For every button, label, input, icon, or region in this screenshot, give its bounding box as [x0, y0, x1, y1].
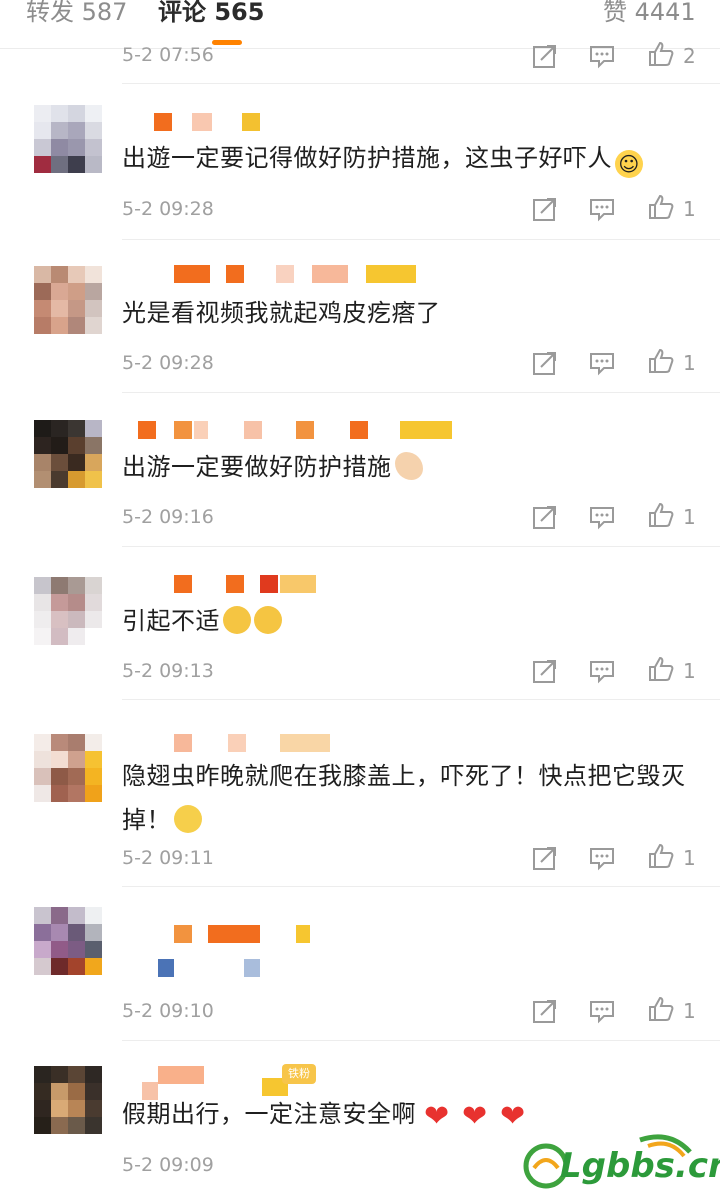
- like-count: 2: [683, 44, 696, 68]
- like-count: 1: [683, 846, 696, 870]
- comment-icon[interactable]: [588, 349, 616, 377]
- divider: [122, 699, 720, 700]
- active-tab-indicator: [212, 40, 242, 45]
- avatar[interactable]: [34, 577, 102, 645]
- like-icon[interactable]: [647, 347, 675, 375]
- comment-text: 引起不适: [122, 599, 697, 643]
- avatar[interactable]: [34, 734, 102, 802]
- comment-icon[interactable]: [588, 657, 616, 685]
- sweat-emoji: [254, 606, 282, 634]
- divider: [122, 546, 720, 547]
- like-count: 1: [683, 999, 696, 1023]
- avatar[interactable]: [34, 420, 102, 488]
- comment-time: 5-2 07:56: [122, 44, 214, 66]
- share-icon[interactable]: [531, 42, 559, 70]
- divider: [122, 1040, 720, 1041]
- like-icon[interactable]: [647, 193, 675, 221]
- sweat-emoji: [223, 606, 251, 634]
- tab-comments[interactable]: 评论 565: [158, 0, 264, 30]
- comment-icon[interactable]: [588, 844, 616, 872]
- like-icon[interactable]: [647, 995, 675, 1023]
- sad-emoji: [174, 805, 202, 833]
- divider: [122, 886, 720, 887]
- share-icon[interactable]: [531, 997, 559, 1025]
- comment-time: 5-2 09:16: [122, 506, 214, 528]
- comment-text: 光是看视频我就起鸡皮疙瘩了: [122, 299, 441, 327]
- comment-icon[interactable]: [588, 42, 616, 70]
- fan-badge: 铁粉: [282, 1064, 316, 1084]
- share-icon[interactable]: [531, 657, 559, 685]
- comment-time: 5-2 09:11: [122, 847, 214, 869]
- smile-emoji: ☺: [615, 150, 643, 178]
- like-count: 1: [683, 505, 696, 529]
- divider: [122, 83, 720, 84]
- like-icon[interactable]: [647, 501, 675, 529]
- comment-icon[interactable]: [588, 195, 616, 223]
- heart-emoji: ❤: [462, 1099, 488, 1134]
- site-watermark-text: Lgbbs.cn: [560, 1146, 720, 1186]
- divider: [122, 239, 720, 240]
- share-icon[interactable]: [531, 503, 559, 531]
- heart-emoji: ❤: [500, 1099, 526, 1134]
- heart-emoji: ❤: [424, 1099, 450, 1134]
- avatar[interactable]: [34, 266, 102, 334]
- comment-icon[interactable]: [588, 503, 616, 531]
- avatar[interactable]: [34, 1066, 102, 1134]
- like-count: 1: [683, 659, 696, 683]
- comment-time: 5-2 09:13: [122, 660, 214, 682]
- like-count: 1: [683, 351, 696, 375]
- comment-text: 隐翅虫昨晚就爬在我膝盖上，吓死了！快点把它毁灭掉！: [122, 762, 686, 834]
- comment-time: 5-2 09:10: [122, 1000, 214, 1022]
- like-icon[interactable]: [647, 40, 675, 68]
- like-count: 1: [683, 197, 696, 221]
- comment-time: 5-2 09:28: [122, 198, 214, 220]
- share-icon[interactable]: [531, 349, 559, 377]
- share-icon[interactable]: [531, 195, 559, 223]
- comment-icon[interactable]: [588, 997, 616, 1025]
- divider: [122, 392, 720, 393]
- comment-text: 出游一定要做好防护措施: [122, 445, 697, 489]
- comment-time: 5-2 09:28: [122, 352, 214, 374]
- tab-reposts[interactable]: 转发 587: [26, 0, 127, 30]
- comment-text: 假期出行，一定注意安全啊 ❤ ❤ ❤: [122, 1092, 697, 1136]
- share-icon[interactable]: [531, 844, 559, 872]
- avatar[interactable]: [34, 907, 102, 975]
- hand-emoji: [394, 452, 423, 480]
- like-icon[interactable]: [647, 655, 675, 683]
- like-icon[interactable]: [647, 842, 675, 870]
- comment-text: 出遊一定要记得做好防护措施，这虫子好吓人 ☺: [122, 136, 697, 180]
- comment-time: 5-2 09:09: [122, 1154, 214, 1176]
- avatar[interactable]: [34, 105, 102, 173]
- tab-likes[interactable]: 赞 4441: [603, 0, 696, 30]
